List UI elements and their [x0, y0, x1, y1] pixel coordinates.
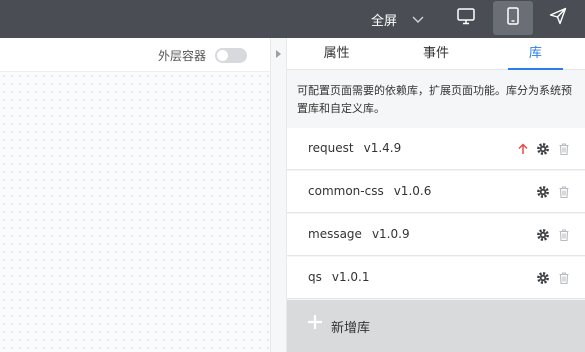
outer-container-toggle[interactable] [215, 48, 247, 63]
library-item[interactable]: common-css v1.0.6 [287, 171, 585, 213]
library-title: message v1.0.9 [308, 227, 410, 241]
fullscreen-label: 全屏 [371, 13, 398, 29]
publish-button[interactable] [538, 1, 578, 35]
desktop-view-button[interactable] [446, 1, 486, 35]
library-name: common-css [308, 184, 384, 198]
settings-panel: 属性 事件 库 可配置页面需要的依赖库，扩展页面功能。库分为系统预置库和自定义库… [287, 38, 585, 352]
tab-libraries[interactable]: 库 [486, 38, 585, 70]
mobile-icon [503, 6, 523, 30]
library-item[interactable]: qs v1.0.1 [287, 257, 585, 299]
chevron-down-icon [411, 12, 425, 26]
library-title: request v1.4.9 [308, 141, 401, 155]
libraries-description: 可配置页面需要的依赖库，扩展页面功能。库分为系统预置库和自定义库。 [297, 84, 572, 115]
library-name: request [308, 141, 354, 155]
library-name: qs [308, 270, 322, 284]
library-version: v1.0.1 [331, 270, 370, 284]
tab-properties[interactable]: 属性 [287, 38, 386, 69]
outer-container-label: 外层容器 [158, 49, 207, 63]
library-title: qs v1.0.1 [308, 270, 370, 284]
gear-icon[interactable] [536, 184, 550, 198]
add-library-button[interactable]: 新增库 [287, 300, 585, 352]
collapse-arrow-icon [276, 50, 281, 58]
canvas-header: 外层容器 [0, 38, 270, 72]
gear-icon[interactable] [536, 141, 550, 155]
trash-icon[interactable] [557, 141, 571, 156]
library-item[interactable]: message v1.0.9 [287, 214, 585, 256]
desktop-icon [456, 6, 476, 30]
design-canvas[interactable] [0, 72, 270, 352]
tab-events[interactable]: 事件 [386, 38, 485, 69]
trash-icon[interactable] [557, 270, 571, 285]
panel-collapse-handle[interactable] [270, 38, 287, 352]
library-version: v1.0.9 [371, 227, 410, 241]
library-title: common-css v1.0.6 [308, 184, 431, 198]
library-name: message [308, 227, 362, 241]
trash-icon[interactable] [557, 227, 571, 242]
update-arrow-icon[interactable] [516, 141, 530, 155]
send-icon [548, 6, 568, 30]
library-version: v1.0.6 [393, 184, 432, 198]
trash-icon[interactable] [557, 184, 571, 199]
gear-icon[interactable] [536, 270, 550, 284]
panel-tabs: 属性 事件 库 [287, 38, 585, 70]
toggle-knob [217, 50, 228, 61]
top-toolbar: 全屏 [0, 0, 585, 38]
fullscreen-dropdown[interactable]: 全屏 [371, 10, 425, 29]
add-library-label: 新增库 [331, 321, 371, 336]
library-version: v1.4.9 [363, 141, 402, 155]
library-item[interactable]: request v1.4.9 [287, 128, 585, 170]
gear-icon[interactable] [536, 227, 550, 241]
plus-icon [307, 314, 323, 330]
mobile-view-button[interactable] [493, 1, 533, 35]
